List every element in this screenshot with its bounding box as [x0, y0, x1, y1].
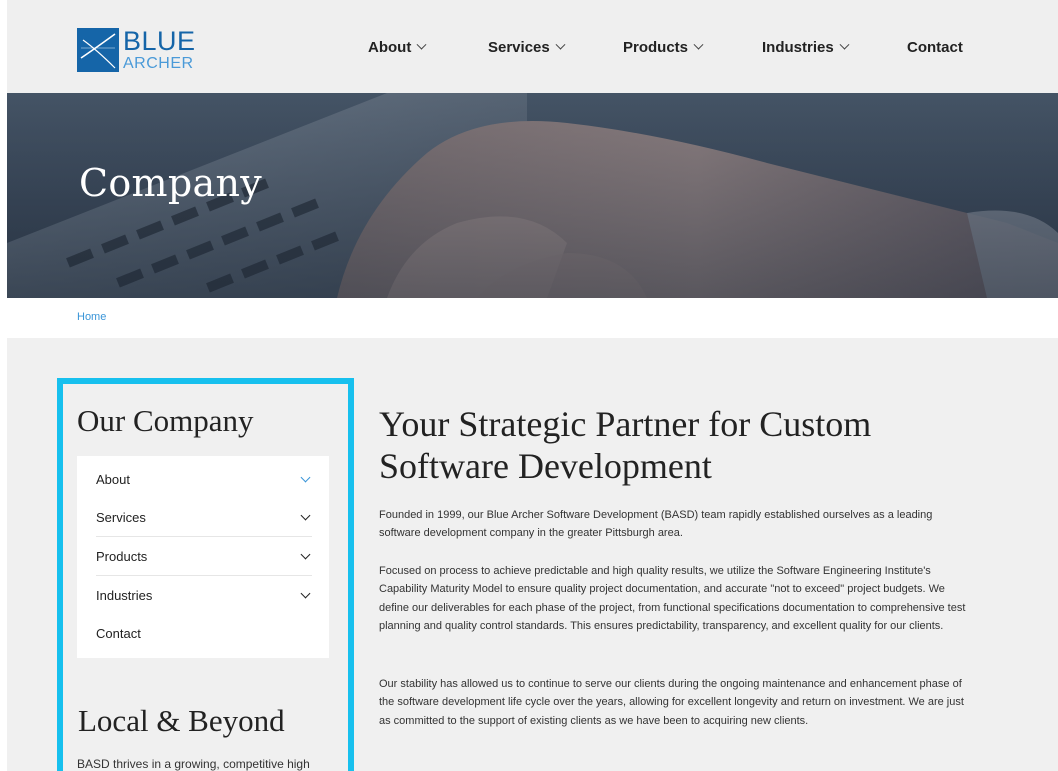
breadcrumb-home-link[interactable]: Home — [77, 311, 106, 323]
chevron-down-icon — [839, 39, 850, 50]
nav-item-label: Industries — [762, 39, 834, 56]
nav-item-services[interactable]: Services — [488, 39, 566, 56]
sidebar-item-products[interactable]: Products — [96, 537, 312, 575]
chevron-down-icon[interactable] — [300, 549, 311, 559]
chevron-down-icon[interactable] — [300, 588, 311, 598]
nav-item-products[interactable]: Products — [623, 39, 704, 56]
nav-item-label: Services — [488, 39, 550, 56]
breadcrumb: Home — [7, 298, 1058, 338]
local-beyond-heading: Local & Beyond — [78, 703, 285, 738]
nav-item-label: Products — [623, 39, 689, 56]
sidebar-item-about[interactable]: About — [96, 460, 312, 498]
chevron-down-icon — [416, 39, 427, 50]
local-beyond-text: BASD thrives in a growing, competitive h… — [77, 757, 310, 771]
nav-item-label: Contact — [907, 39, 963, 56]
nav-item-about[interactable]: About — [368, 39, 427, 56]
site-header: BLUE ARCHER About Services Products Indu… — [7, 0, 1058, 93]
sidebar-item-label: Industries — [96, 587, 153, 603]
hero-banner: Company — [7, 93, 1058, 298]
sidebar-item-label: Contact — [96, 625, 141, 641]
intro-paragraph: Founded in 1999, our Blue Archer Softwar… — [379, 509, 933, 540]
nav-item-label: About — [368, 39, 412, 56]
sidebar-item-label: About — [96, 471, 130, 487]
nav-item-contact[interactable]: Contact — [907, 39, 963, 56]
process-paragraph: Focused on process to achieve predictabl… — [379, 565, 966, 633]
sidebar-menu: About Services Products Industries Conta… — [77, 456, 329, 658]
chevron-down-icon — [555, 39, 566, 50]
chevron-down-icon — [693, 39, 704, 50]
stability-paragraph: Our stability has allowed us to continue… — [379, 678, 964, 727]
sidebar-item-label: Services — [96, 509, 146, 525]
nav-item-industries[interactable]: Industries — [762, 39, 850, 56]
sidebar-item-contact[interactable]: Contact — [96, 614, 312, 652]
sidebar-item-label: Products — [96, 548, 148, 564]
chevron-down-icon[interactable] — [300, 510, 311, 520]
main-nav: About Services Products Industries Conta… — [7, 39, 1058, 59]
sidebar-title: Our Company — [77, 403, 254, 438]
page: BLUE ARCHER About Services Products Indu… — [7, 0, 1058, 771]
chevron-down-icon[interactable] — [300, 472, 311, 482]
sidebar-item-services[interactable]: Services — [96, 498, 312, 536]
page-title: Company — [79, 161, 263, 205]
main-heading: Your Strategic Partner for Custom Softwa… — [379, 404, 872, 486]
sidebar-item-industries[interactable]: Industries — [96, 576, 312, 614]
